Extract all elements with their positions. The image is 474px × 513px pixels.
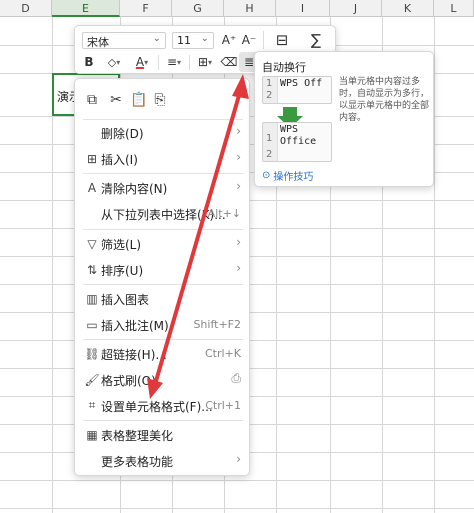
annotation-arrow-head-bottom — [147, 378, 163, 399]
annotation-arrow-head-top — [232, 74, 249, 99]
annotation-arrow-line — [152, 90, 242, 390]
annotation-arrow — [147, 74, 249, 399]
